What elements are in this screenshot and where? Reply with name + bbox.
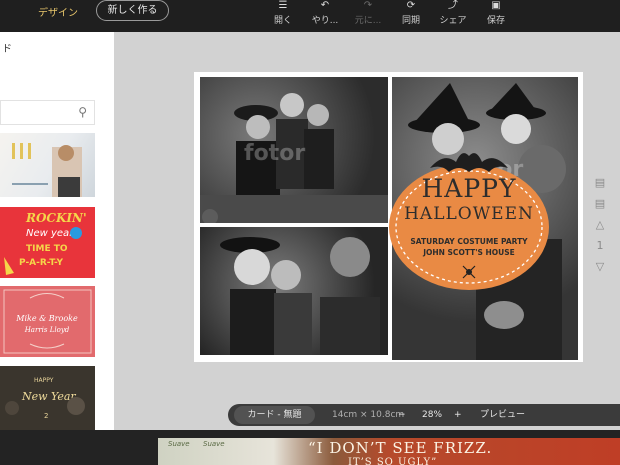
woman-photo-graphic [12, 143, 82, 197]
halloween-card[interactable]: fotor fotor [194, 72, 583, 362]
template-search-input[interactable]: ⚲ [0, 100, 95, 125]
sidebar-title: ド [2, 44, 12, 55]
redo-button[interactable]: ↷ 元に... [352, 0, 384, 30]
rockin-line-4: P-A-R-T-Y [19, 258, 63, 268]
boy-photo-graphic [220, 237, 380, 355]
template-thumb-wedding[interactable]: Mike & Brooke Harris Lloyd [0, 286, 95, 357]
redo-icon: ↷ [363, 0, 373, 11]
ad-headline: “I DON’T SEE FRIZZ. [308, 439, 493, 457]
page-up-icon[interactable]: △ [590, 214, 610, 235]
undo-label: やり... [311, 16, 339, 26]
document-name[interactable]: カード - 無題 [234, 406, 315, 424]
rockin-line-1: ROCKIN' [25, 211, 87, 225]
open-label: 開く [273, 16, 292, 26]
template-sidebar: ド ⚲ ROCKIN' New year TIME TO P-A-R-T-Y M… [0, 32, 114, 430]
canvas-workspace: fotor fotor [114, 32, 620, 430]
nav-design[interactable]: デザイン [38, 4, 78, 19]
save-icon: ▣ [491, 0, 501, 11]
new-year-line-1: HAPPY [34, 377, 54, 384]
preview-button[interactable]: プレビュー [480, 404, 525, 426]
template-thumb-white-photo[interactable] [0, 133, 95, 197]
menu-icon: ☰ [278, 0, 288, 11]
page-note-icon[interactable]: ▤ [590, 172, 610, 193]
photo-boy-skeleton[interactable] [200, 227, 388, 355]
zoom-out-button[interactable]: − [398, 404, 406, 426]
ad-brand-2: Suave [203, 440, 225, 448]
undo-button[interactable]: ↶ やり... [309, 0, 341, 30]
watermark-1: fotor [244, 141, 306, 166]
save-button[interactable]: ▣ 保存 [484, 0, 508, 30]
sync-label: 同期 [401, 16, 420, 26]
page-tools: ▤ ▤ △ 1 ▽ [590, 172, 610, 273]
rockin-line-3: TIME TO [26, 244, 68, 254]
wedding-graphic: Mike & Brooke Harris Lloyd [3, 289, 92, 354]
new-year-graphic: HAPPY New Year 2 [5, 377, 85, 420]
sync-icon: ⟳ [406, 0, 416, 11]
new-year-line-2: New Year [21, 390, 76, 403]
ad-subline: IT’S SO UGLY” [348, 457, 438, 465]
happy-halloween-badge[interactable]: HAPPY HALLOWEEN SATURDAY COSTUME PARTY J… [384, 142, 554, 292]
share-label: シェア [439, 16, 467, 26]
open-button[interactable]: ☰ 開く [270, 0, 296, 30]
share-icon: ⤴ [448, 0, 458, 11]
page-copy-icon[interactable]: ▤ [590, 193, 610, 214]
zoom-in-button[interactable]: + [454, 404, 462, 426]
wedding-line-2: Harris Lloyd [24, 326, 70, 334]
status-bar: カード - 無題 14cm × 10.8cm − 28% + プレビュー [228, 404, 620, 426]
sync-button[interactable]: ⟳ 同期 [398, 0, 424, 30]
template-thumb-happy-new-year[interactable]: HAPPY New Year 2 [0, 366, 95, 430]
share-button[interactable]: ⤴ シェア [437, 0, 469, 30]
wedding-line-1: Mike & Brooke [15, 314, 78, 323]
halloween-title: HALLOWEEN [404, 204, 534, 224]
canvas-size: 14cm × 10.8cm [332, 410, 405, 420]
zoom-level: 28% [422, 410, 443, 420]
bottom-ad-bar: Suave Suave “I DON’T SEE FRIZZ. IT’S SO … [0, 430, 620, 465]
page-number: 1 [596, 239, 604, 252]
subtitle-party: SATURDAY COSTUME PARTY [410, 237, 528, 246]
page-down-icon[interactable]: ▽ [590, 256, 610, 277]
search-icon[interactable]: ⚲ [78, 105, 87, 119]
top-toolbar: デザイン 新しく作る ☰ 開く ↶ やり... ↷ 元に... ⟳ 同期 ⤴ シ… [0, 0, 620, 32]
happy-title: HAPPY [421, 174, 517, 203]
subtitle-house: JOHN SCOTT'S HOUSE [423, 248, 515, 257]
new-year-line-3: 2 [44, 412, 48, 420]
template-thumb-rockin-new-year[interactable]: ROCKIN' New year TIME TO P-A-R-T-Y [0, 207, 95, 278]
undo-icon: ↶ [320, 0, 330, 11]
rockin-graphic: ROCKIN' New year TIME TO P-A-R-T-Y [4, 211, 87, 275]
redo-label: 元に... [354, 16, 382, 26]
rockin-line-2: New year [26, 228, 74, 239]
ad-banner[interactable]: Suave Suave “I DON’T SEE FRIZZ. IT’S SO … [158, 438, 620, 465]
ad-brand-1: Suave [168, 440, 190, 448]
save-label: 保存 [486, 16, 505, 26]
photo-girls-witches[interactable]: fotor [200, 77, 388, 223]
app-window: デザイン 新しく作る ☰ 開く ↶ やり... ↷ 元に... ⟳ 同期 ⤴ シ… [0, 0, 620, 465]
create-new-button[interactable]: 新しく作る [96, 0, 169, 21]
